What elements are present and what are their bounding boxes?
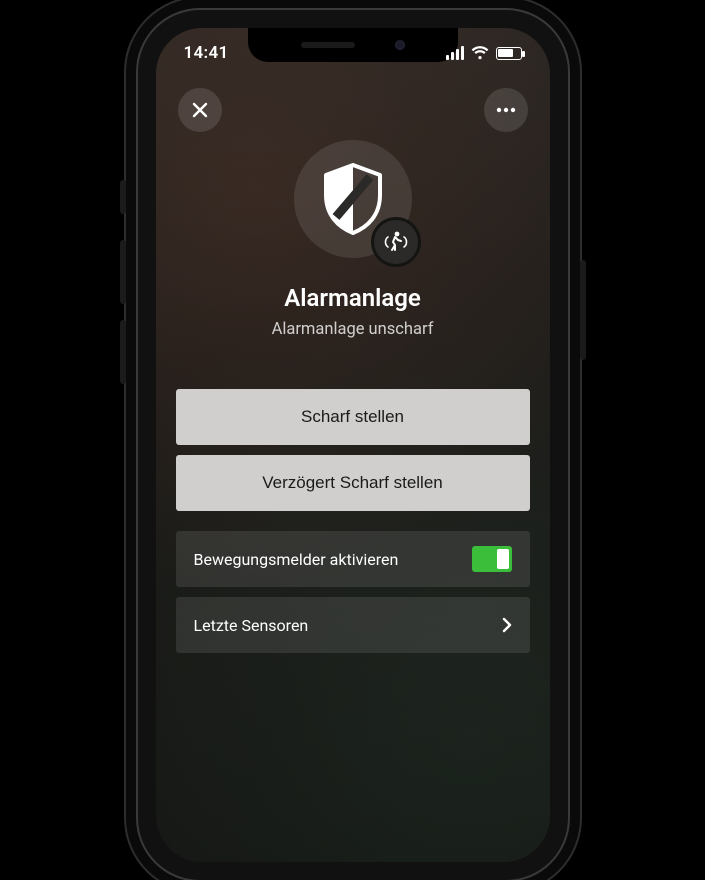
nav-bar: [156, 78, 550, 132]
status-indicators: [446, 46, 522, 60]
phone-frame: 14:41: [138, 10, 568, 880]
motion-detector-row[interactable]: Bewegungsmelder aktivieren: [176, 531, 530, 587]
status-bar: 14:41: [156, 28, 550, 78]
volume-down-button: [120, 320, 126, 384]
close-icon: [191, 101, 209, 119]
arm-button[interactable]: Scharf stellen: [176, 389, 530, 445]
cellular-signal-icon: [446, 46, 464, 60]
motion-detector-toggle[interactable]: [472, 546, 512, 572]
arm-delayed-button[interactable]: Verzögert Scharf stellen: [176, 455, 530, 511]
more-button[interactable]: [484, 88, 528, 132]
actions: Scharf stellen Verzögert Scharf stellen: [156, 389, 550, 511]
last-sensors-label: Letzte Sensoren: [194, 616, 309, 635]
status-time: 14:41: [184, 43, 229, 63]
hero-icon-circle: [294, 140, 412, 258]
wifi-icon: [471, 46, 489, 60]
motion-badge: [374, 220, 418, 264]
close-button[interactable]: [178, 88, 222, 132]
motion-detector-label: Bewegungsmelder aktivieren: [194, 550, 399, 569]
shield-icon: [322, 163, 384, 235]
settings-rows: Bewegungsmelder aktivieren Letzte Sensor…: [156, 531, 550, 653]
page-subtitle: Alarmanlage unscharf: [156, 320, 550, 339]
power-button: [580, 260, 586, 360]
more-icon: [496, 107, 516, 113]
hero: Alarmanlage Alarmanlage unscharf: [156, 140, 550, 339]
last-sensors-row[interactable]: Letzte Sensoren: [176, 597, 530, 653]
battery-icon: [496, 47, 522, 60]
mute-switch: [120, 180, 126, 214]
screen: 14:41: [156, 28, 550, 862]
motion-icon: [383, 229, 409, 255]
toggle-knob: [497, 549, 509, 569]
page-title: Alarmanlage: [156, 284, 550, 312]
volume-up-button: [120, 240, 126, 304]
chevron-right-icon: [502, 617, 512, 633]
